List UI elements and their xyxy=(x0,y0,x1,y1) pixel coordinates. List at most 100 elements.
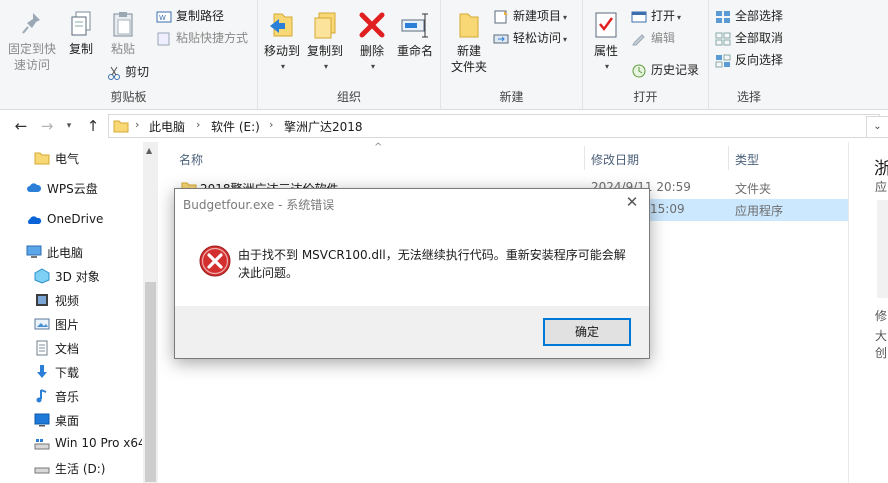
select-none-icon xyxy=(715,32,731,45)
pin-icon xyxy=(22,13,40,34)
move-to-caret-icon: ▾ xyxy=(280,62,285,71)
details-title: 浙 xyxy=(874,154,888,179)
history-button[interactable]: 历史记录 xyxy=(631,60,699,80)
column-header-name[interactable]: 名称 xyxy=(179,151,203,168)
copy-path-label: 复制路径 xyxy=(176,9,225,23)
back-arrow-icon[interactable]: ← xyxy=(12,116,30,136)
delete-label: 删除 xyxy=(359,44,384,58)
drive-icon xyxy=(34,439,50,450)
nav-item-wps-cloud[interactable]: WPS云盘 xyxy=(0,176,142,200)
select-all-button[interactable]: 全部选择 xyxy=(715,6,783,26)
properties-label: 属性 xyxy=(593,44,618,58)
svg-text:W: W xyxy=(159,14,166,22)
copy-to-caret-icon: ▾ xyxy=(323,62,328,71)
easy-access-button[interactable]: 轻松访问 ▾ xyxy=(493,28,567,48)
paste-shortcut-button[interactable]: 粘贴快捷方式 xyxy=(156,28,248,48)
rename-label: 重命名 xyxy=(396,44,433,58)
nav-item-pictures[interactable]: 图片 xyxy=(0,312,142,336)
copy-path-button[interactable]: W 复制路径 xyxy=(156,6,224,26)
new-group-label: 新建 xyxy=(499,90,524,104)
new-item-label: 新建项目 xyxy=(513,9,562,23)
scroll-up-arrow-icon[interactable]: ▲ xyxy=(146,146,152,155)
select-none-button[interactable]: 全部取消 xyxy=(715,28,783,48)
properties-caret-icon: ▾ xyxy=(604,62,609,71)
delete-button[interactable]: 删除 ▾ xyxy=(354,10,390,75)
column-header-modified[interactable]: 修改日期 xyxy=(591,151,639,168)
nav-item-documents[interactable]: 文档 xyxy=(0,336,142,360)
nav-item-label: 桌面 xyxy=(55,414,80,428)
column-divider[interactable] xyxy=(728,146,729,170)
recent-locations-chevron-icon[interactable]: ▾ xyxy=(60,116,78,136)
select-all-label: 全部选择 xyxy=(735,9,784,23)
paste-button[interactable]: 粘贴 xyxy=(104,10,142,57)
sort-ascending-icon: ^ xyxy=(374,142,383,153)
breadcrumb-drive-e[interactable]: 软件 (E:) xyxy=(211,118,260,135)
cut-label: 剪切 xyxy=(125,65,150,79)
open-group: 属性 ▾ 打开 ▾ 编辑 历史记录 打开 xyxy=(583,0,709,110)
invert-selection-button[interactable]: 反向选择 xyxy=(715,50,783,70)
up-arrow-icon[interactable]: ↑ xyxy=(84,116,102,136)
nav-item-label: 3D 对象 xyxy=(55,270,100,284)
ribbon: 固定到快 速访问 复制 粘贴 W 复制路径 粘贴快捷方式 剪切 剪贴板 移动到 … xyxy=(0,0,888,110)
nav-item-this-pc[interactable]: 此电脑 xyxy=(0,240,142,264)
open-button[interactable]: 打开 ▾ xyxy=(631,6,681,26)
pin-quick-access-button[interactable]: 固定到快 速访问 xyxy=(6,10,58,73)
pin-label-1: 固定到快 xyxy=(7,42,56,56)
new-folder-icon xyxy=(459,13,479,38)
nav-item-downloads[interactable]: 下载 xyxy=(0,360,142,384)
address-history-chevron-icon[interactable]: ⌄ xyxy=(866,116,888,138)
ok-button[interactable]: 确定 xyxy=(543,318,631,346)
new-item-button[interactable]: 新建项目 ▾ xyxy=(493,6,567,26)
music-icon xyxy=(36,389,47,403)
copy-button[interactable]: 复制 xyxy=(62,10,100,57)
rename-button[interactable]: 重命名 xyxy=(392,10,438,59)
select-none-label: 全部取消 xyxy=(735,31,784,45)
breadcrumb-current-folder[interactable]: 擎洲广达2018 xyxy=(284,118,363,135)
easy-access-icon xyxy=(493,34,509,43)
nav-scrollbar[interactable]: ▲ xyxy=(143,142,158,483)
column-divider[interactable] xyxy=(584,146,585,170)
cut-button[interactable]: 剪切 xyxy=(107,62,149,82)
copy-to-label: 复制到 xyxy=(306,44,343,58)
history-icon xyxy=(632,64,646,77)
nav-item-electric[interactable]: 电气 xyxy=(0,146,142,170)
cloud-icon xyxy=(27,183,42,192)
download-icon xyxy=(37,365,47,378)
forward-arrow-icon[interactable]: → xyxy=(38,116,56,136)
new-folder-button[interactable]: 新建 文件夹 xyxy=(447,10,491,75)
drive-icon xyxy=(34,467,50,474)
properties-button[interactable]: 属性 ▾ xyxy=(589,10,623,75)
details-field-label: 大 xyxy=(875,329,888,343)
dialog-footer: 确定 xyxy=(175,306,649,358)
move-to-button[interactable]: 移动到 ▾ xyxy=(262,10,302,75)
nav-item-desktop[interactable]: 桌面 xyxy=(0,408,142,432)
cube-icon xyxy=(34,268,50,284)
nav-item-label: OneDrive xyxy=(47,212,104,226)
new-folder-label-2: 文件夹 xyxy=(450,60,487,74)
nav-item-label: WPS云盘 xyxy=(47,182,98,196)
select-group: 全部选择 全部取消 反向选择 选择 xyxy=(709,0,789,110)
nav-item-music[interactable]: 音乐 xyxy=(0,384,142,408)
nav-item-system-drive[interactable]: Win 10 Pro x64 xyxy=(0,432,142,456)
column-header-type[interactable]: 类型 xyxy=(735,151,759,168)
details-thumbnail xyxy=(877,200,888,298)
breadcrumb-this-pc[interactable]: 此电脑 xyxy=(149,118,185,135)
nav-item-drive-d[interactable]: 生活 (D:) xyxy=(0,456,142,480)
nav-item-label: 音乐 xyxy=(55,390,80,404)
nav-item-onedrive[interactable]: OneDrive xyxy=(0,208,142,232)
delete-caret-icon: ▾ xyxy=(370,62,375,71)
nav-item-videos[interactable]: 视频 xyxy=(0,288,142,312)
copy-to-button[interactable]: 复制到 ▾ xyxy=(304,10,346,75)
easy-access-caret-icon: ▾ xyxy=(563,35,568,44)
close-icon[interactable]: ✕ xyxy=(623,193,641,211)
nav-scrollbar-thumb[interactable] xyxy=(145,282,156,482)
edit-button[interactable]: 编辑 xyxy=(631,28,675,48)
onedrive-icon xyxy=(28,216,42,224)
edit-label: 编辑 xyxy=(651,31,676,45)
address-bar[interactable]: › 此电脑 › 软件 (E:) › 擎洲广达2018 ⌄ xyxy=(108,114,880,138)
clipboard-icon xyxy=(113,12,133,37)
properties-icon xyxy=(595,12,617,38)
video-icon xyxy=(36,294,48,306)
nav-item-3d-objects[interactable]: 3D 对象 xyxy=(0,264,142,288)
paste-shortcut-label: 粘贴快捷方式 xyxy=(176,31,249,45)
